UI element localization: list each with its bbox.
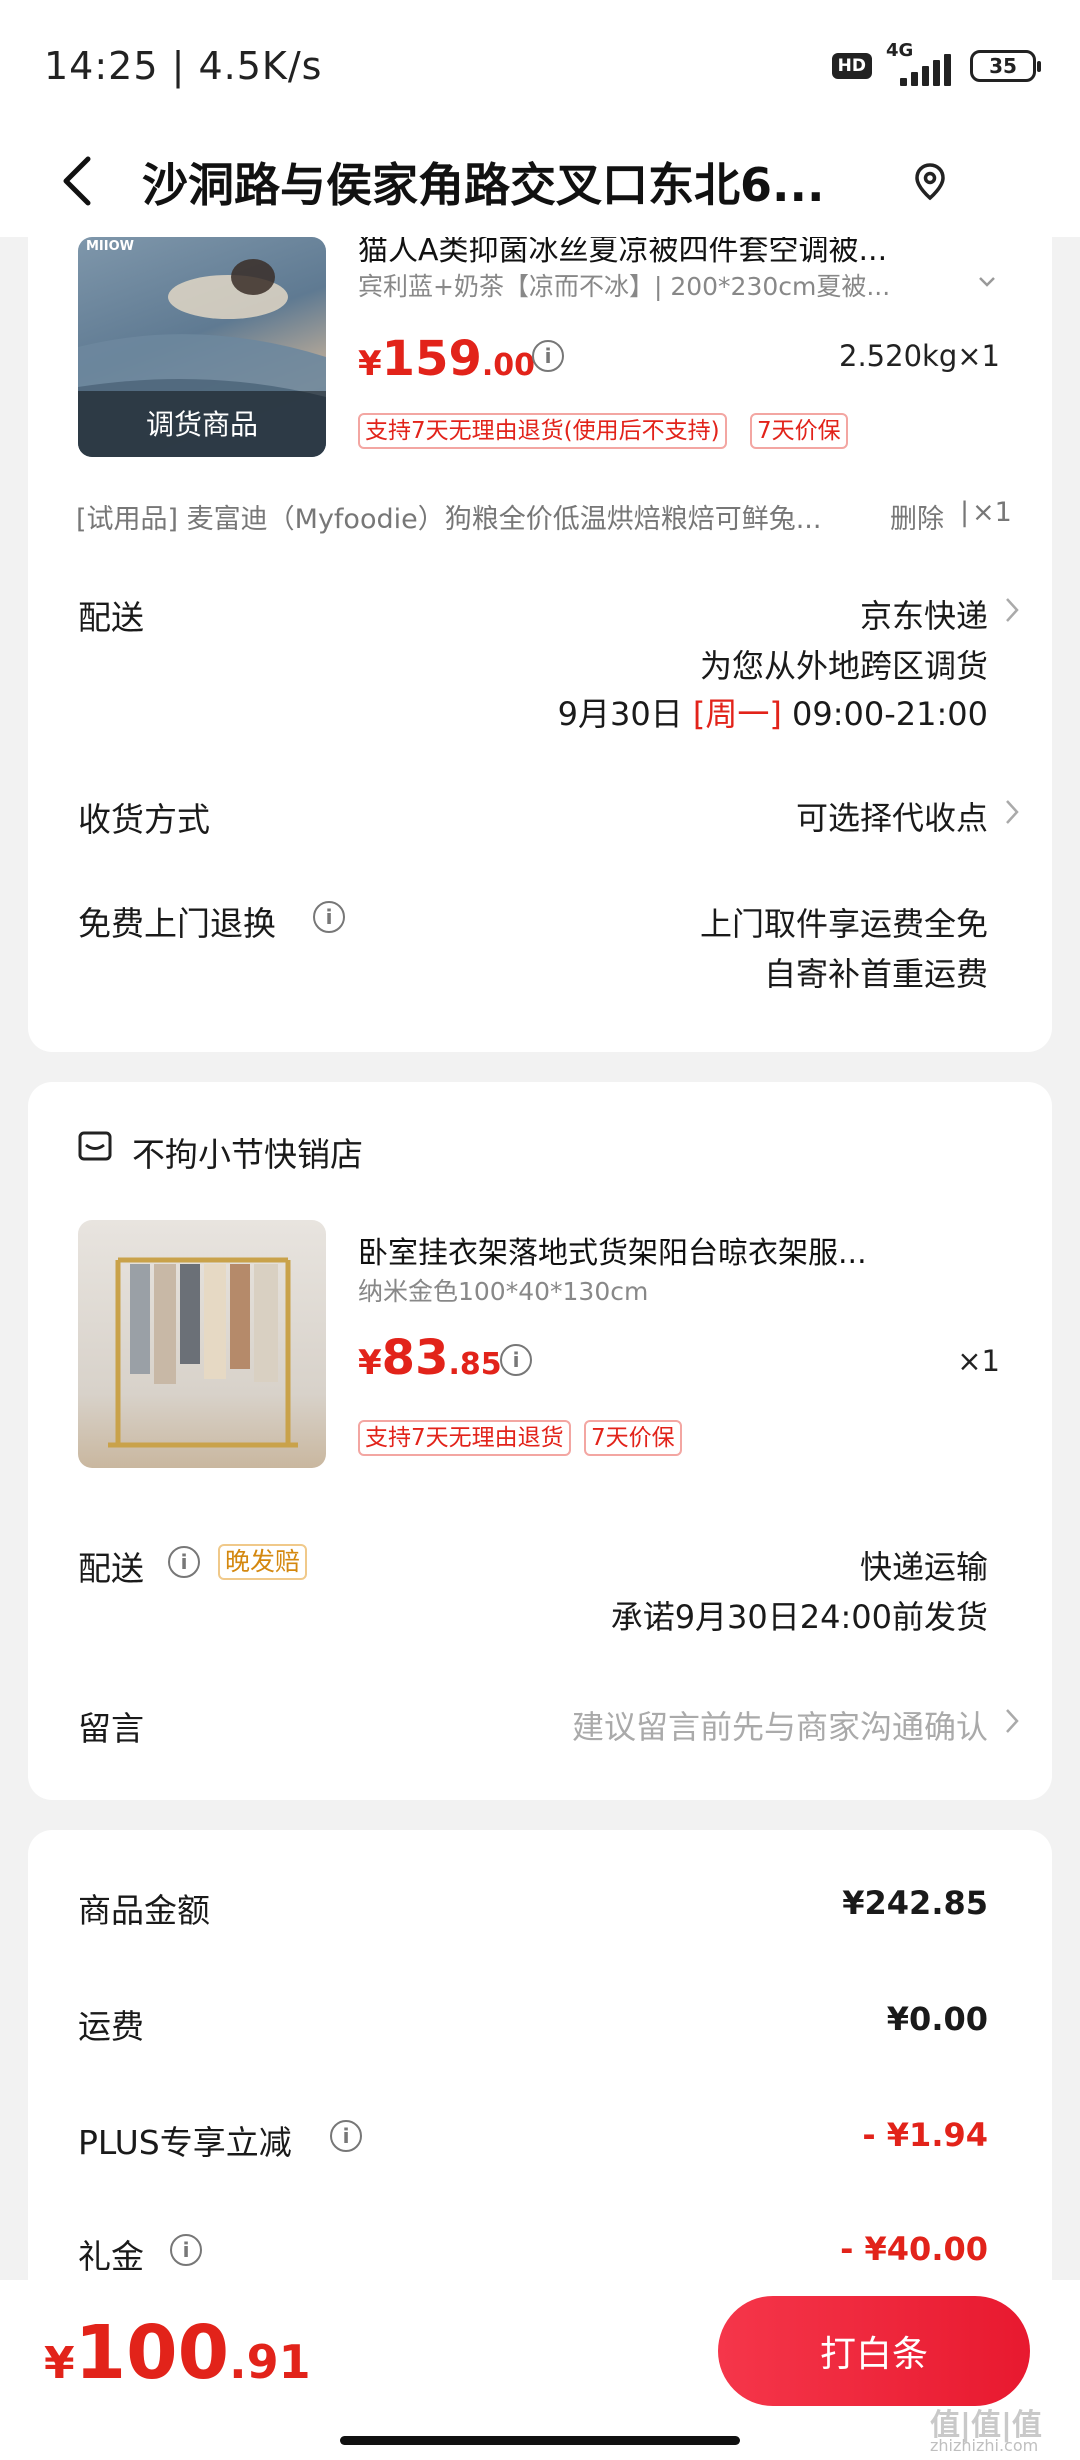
free-return-line1: 上门取件享运费全免 [699,905,988,943]
pay-button[interactable]: 打白条 [718,2296,1030,2406]
status-time: 14:25 | 4.5K/s [44,44,323,88]
gift-credit-info-icon[interactable]: i [170,2234,202,2266]
gift-credit-value: - ¥40.00 [840,2230,988,2268]
free-return-line2: 自寄补首重运费 [763,955,988,993]
price-summary-card: 商品金额 ¥242.85 运费 ¥0.00 PLUS专享立减 i - ¥1.94… [28,1830,1052,2330]
product-name[interactable]: 卧室挂衣架落地式货架阳台晾衣架服... [358,1228,1028,1272]
back-icon[interactable] [50,151,110,211]
trial-item: [试用品] 麦富迪（Myfoodie）狗粮全价低温烘焙粮焙可鲜兔... [76,504,822,535]
status-bar: 14:25 | 4.5K/s HD 4G 35 [0,0,1080,125]
location-pin-icon[interactable] [900,151,960,211]
order-card-store: 不拘小节快销店 卧室挂衣架落地式货架阳台晾衣架服... 纳米金色100*40*1… [28,1082,1052,1800]
receive-method-value[interactable]: 可选择代收点 [588,793,988,839]
order-card-jd: MIIOW 调货商品 猫人A类抑菌冰丝夏凉被四件套空调被... 宾利蓝+奶茶【凉… [28,237,1052,1052]
message-input[interactable]: 建议留言前先与商家沟通确认 [388,1702,988,1748]
late-compensation-badge[interactable]: 晚发赔 [218,1544,308,1580]
product-price: ¥83.85 [358,1330,502,1386]
return-policy-tag: 支持7天无理由退货(使用后不支持) [358,413,727,449]
product-thumbnail[interactable] [78,1220,326,1468]
chevron-right-icon[interactable] [1002,593,1022,627]
product-thumbnail[interactable]: MIIOW 调货商品 [78,237,326,457]
product-name[interactable]: 猫人A类抑菌冰丝夏凉被四件套空调被... [358,237,1028,269]
battery-level: 35 [989,54,1017,78]
delivery-carrier[interactable]: 京东快递 [588,591,988,637]
return-policy-tag: 支持7天无理由退货 [358,1420,571,1456]
product-spec[interactable]: 宾利蓝+奶茶【凉而不冰】| 200*230cm夏被... [358,267,958,303]
delivery-time-slot: 9月30日 [周一] 09:00-21:00 [557,695,988,733]
chevron-down-icon[interactable] [972,267,1002,297]
trial-qty: ×1 [972,497,1012,528]
price-protect-tag: 7天价保 [750,413,848,449]
price-info-icon[interactable]: i [500,1344,532,1376]
free-return-label: 免费上门退换 [78,904,276,943]
address-title[interactable]: 沙洞路与侯家角路交叉口东北6... [142,149,902,215]
plus-discount-label: PLUS专享立减 [78,2123,292,2162]
product-price: ¥159.00 [358,331,536,387]
plus-discount-info-icon[interactable]: i [330,2120,362,2152]
total-price: ¥100.91 [44,2310,311,2396]
watermark-url: zhizhizhi.com [930,2436,1039,2455]
brand-logo: MIIOW [86,239,135,254]
store-name[interactable]: 不拘小节快销店 [132,1128,363,1176]
transfer-goods-overlay: 调货商品 [78,391,326,457]
home-indicator[interactable] [340,2436,740,2445]
transfer-note: 为您从外地跨区调货 [699,647,988,685]
chevron-right-icon[interactable] [1002,795,1022,829]
signal-icon: 4G [886,40,956,86]
store-icon [76,1128,114,1166]
plus-discount-value: - ¥1.94 [862,2116,988,2154]
nav-bar: 沙洞路与侯家角路交叉口东北6... [0,125,1080,237]
trial-delete-button[interactable]: 删除 [890,497,944,536]
product-qty: ×1 [957,1344,1000,1378]
receive-method-label: 收货方式 [78,800,210,839]
hd-icon: HD [831,53,872,79]
delivery-label: 配送 [78,598,144,637]
product-weight-qty: 2.520kg×1 [839,339,1000,373]
free-return-info-icon[interactable]: i [313,901,345,933]
checkout-bar: ¥100.91 打白条 值|值|值 zhizhizhi.com [0,2280,1080,2460]
goods-amount-value: ¥242.85 [842,1884,988,1922]
goods-amount-label: 商品金额 [78,1891,210,1930]
price-protect-tag: 7天价保 [584,1420,682,1456]
trial-separator: | [960,497,970,528]
shipping-promise: 承诺9月30日24:00前发货 [610,1598,988,1636]
delivery-weekday: [周一] [692,695,782,733]
status-icons: HD 4G 35 [831,40,1041,86]
shipping-fee-label: 运费 [78,2007,144,2046]
battery-icon: 35 [970,50,1041,82]
delivery-label: 配送 [78,1549,144,1588]
shipping-fee-value: ¥0.00 [886,2000,988,2038]
transfer-goods-label: 调货商品 [145,408,258,441]
delivery-carrier: 快递运输 [859,1548,988,1586]
message-label: 留言 [78,1709,144,1748]
chevron-right-icon[interactable] [1002,1704,1022,1738]
price-info-icon[interactable]: i [532,340,564,372]
delivery-info-icon[interactable]: i [168,1546,200,1578]
product-spec[interactable]: 纳米金色100*40*130cm [358,1272,958,1308]
gift-credit-label: 礼金 [78,2237,144,2276]
